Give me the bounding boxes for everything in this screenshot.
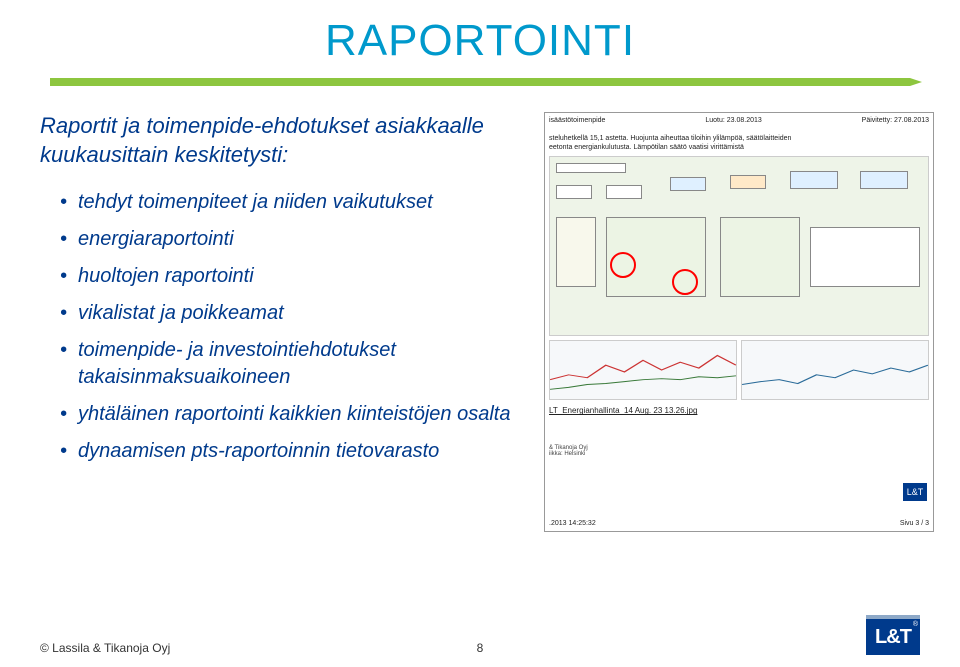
report-header-left: isäästötoimenpide	[549, 117, 605, 124]
left-column: Raportit ja toimenpide-ehdotukset asiakk…	[40, 112, 520, 532]
diagram-block	[670, 177, 706, 191]
report-note: steluhetkellä 15,1 astetta. Huojunta aih…	[549, 134, 929, 152]
list-item: vikalistat ja poikkeamat	[60, 300, 520, 327]
list-item: energiaraportointi	[60, 226, 520, 253]
line-chart-icon	[742, 341, 928, 399]
diagram-panel	[720, 217, 800, 297]
report-footer-time: .2013 14:25:32	[549, 520, 596, 527]
diagram-block	[730, 175, 766, 189]
report-screenshot: isäästötoimenpide Luotu: 23.08.2013 Päiv…	[544, 112, 934, 532]
trend-chart	[549, 340, 737, 400]
slide-footer: © Lassila & Tikanoja Oyj 8 L&T ®	[40, 615, 920, 655]
registered-icon: ®	[913, 621, 918, 628]
report-header-mid: Luotu: 23.08.2013	[705, 117, 761, 124]
diagram-sidebar	[556, 217, 596, 287]
slide: RAPORTOINTI Raportit ja toimenpide-ehdot…	[0, 0, 960, 667]
subheading: Raportit ja toimenpide-ehdotukset asiakk…	[40, 112, 520, 169]
company-line: iikka: Helsinki	[549, 451, 929, 457]
system-diagram	[549, 156, 929, 336]
diagram-block	[556, 185, 592, 199]
list-item: toimenpide- ja investointiehdotukset tak…	[60, 337, 520, 391]
diagram-block	[790, 171, 838, 189]
report-footer: .2013 14:25:32 Sivu 3 / 3	[549, 520, 929, 527]
logo-text: L&T	[875, 626, 911, 649]
list-item: yhtäläinen raportointi kaikkien kiinteis…	[60, 401, 520, 428]
report-note-line1: steluhetkellä 15,1 astetta. Huojunta aih…	[549, 135, 791, 142]
highlight-circle-icon	[610, 252, 636, 278]
page-number: 8	[477, 641, 484, 655]
file-name: LT_Energianhallinta_14 Aug. 23 13.26.jpg	[549, 406, 929, 415]
page-title: RAPORTOINTI	[40, 16, 920, 66]
diagram-block	[860, 171, 908, 189]
logo-text: L&T	[907, 487, 924, 497]
diagram-panel	[810, 227, 920, 287]
list-item: huoltojen raportointi	[60, 263, 520, 290]
copyright: © Lassila & Tikanoja Oyj	[40, 641, 170, 655]
charts-row	[549, 340, 929, 400]
diagram-block	[606, 185, 642, 199]
list-item: tehdyt toimenpiteet ja niiden vaikutukse…	[60, 189, 520, 216]
trend-chart	[741, 340, 929, 400]
bullet-list: tehdyt toimenpiteet ja niiden vaikutukse…	[40, 189, 520, 465]
report-header: isäästötoimenpide Luotu: 23.08.2013 Päiv…	[549, 117, 929, 124]
report-company-block: & Tikanoja Oyj iikka: Helsinki	[549, 445, 929, 457]
report-footer-page: Sivu 3 / 3	[900, 520, 929, 527]
list-item: dynaamisen pts-raportoinnin tietovarasto	[60, 438, 520, 465]
logo: L&T ®	[866, 615, 920, 655]
right-column: isäästötoimenpide Luotu: 23.08.2013 Päiv…	[544, 112, 934, 532]
line-chart-icon	[550, 341, 736, 399]
mini-logo: L&T	[903, 483, 927, 501]
diagram-label	[556, 163, 626, 173]
highlight-circle-icon	[672, 269, 698, 295]
title-underline	[50, 78, 910, 86]
report-note-line2: eetonta energiankulutusta. Lämpötilan sä…	[549, 144, 744, 151]
report-header-right: Päivitetty: 27.08.2013	[862, 117, 929, 124]
content-row: Raportit ja toimenpide-ehdotukset asiakk…	[40, 112, 920, 532]
